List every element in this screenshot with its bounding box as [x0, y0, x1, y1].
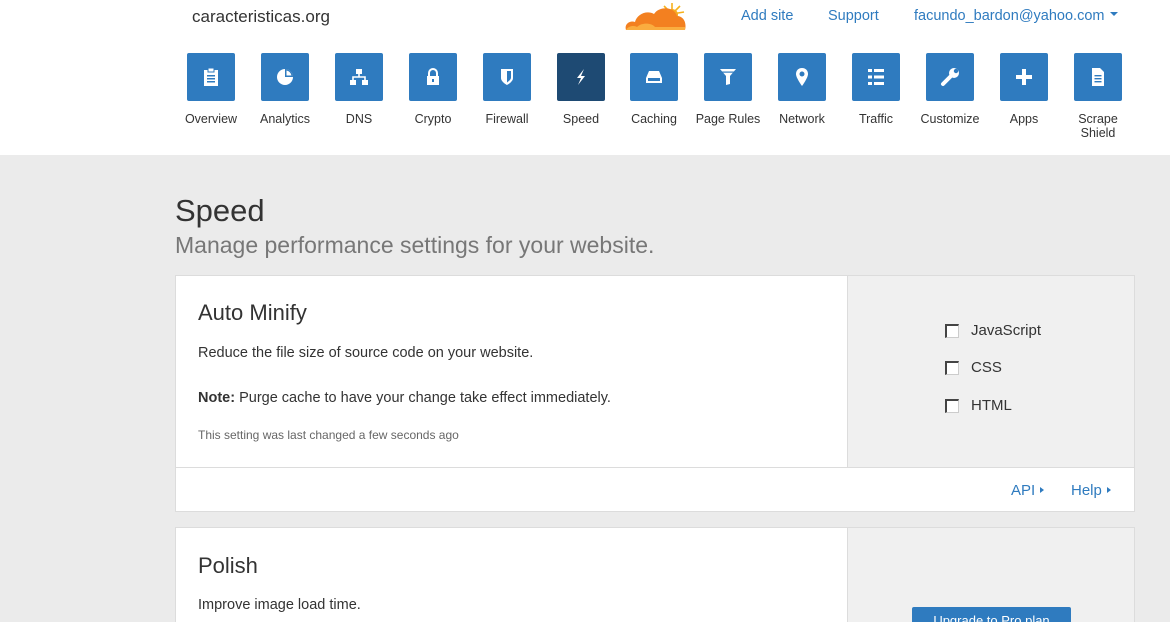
chevron-right-icon [1040, 487, 1045, 494]
nav-tile [704, 53, 752, 101]
nav-label: Crypto [414, 112, 452, 126]
nav-label: Page Rules [695, 112, 761, 126]
nav-label: Scrape Shield [1078, 112, 1118, 140]
nav-tile [852, 53, 900, 101]
nav-tile [483, 53, 531, 101]
chevron-right-icon [1106, 487, 1111, 494]
nav-tile [1074, 53, 1122, 101]
chevron-down-icon [1110, 12, 1119, 17]
nav-item-caching[interactable]: Caching [617, 53, 691, 126]
pie-chart-icon [277, 69, 293, 85]
nav-tile [1000, 53, 1048, 101]
site-name[interactable]: caracteristicas.org [192, 7, 330, 27]
api-link[interactable]: API [1011, 482, 1045, 499]
support-link[interactable]: Support [828, 8, 879, 24]
network-tree-icon [350, 69, 368, 85]
card-settings: JavaScript CSS HTML [847, 276, 1134, 467]
lock-icon [427, 68, 439, 85]
auto-minify-card: Auto Minify Reduce the file size of sour… [175, 275, 1135, 512]
card-note: Note: Purge cache to have your change ta… [198, 390, 611, 406]
nav-label: DNS [345, 112, 373, 126]
nav-item-crypto[interactable]: Crypto [396, 53, 470, 126]
nav-tile [335, 53, 383, 101]
card-title: Auto Minify [198, 300, 307, 325]
nav-label: Overview [184, 112, 238, 126]
checkbox-label: JavaScript [971, 322, 1042, 339]
top-header: caracteristicas.org Add site Support fac… [0, 0, 1170, 155]
nav-item-analytics[interactable]: Analytics [248, 53, 322, 126]
plus-icon [1016, 69, 1032, 85]
card-title: Polish [198, 553, 258, 578]
nav-label: Speed [562, 112, 600, 126]
card-footer: API Help [176, 467, 1134, 511]
nav-item-traffic[interactable]: Traffic [839, 53, 913, 126]
nav-tile [557, 53, 605, 101]
nav-label: Network [779, 112, 825, 126]
nav-item-apps[interactable]: Apps [987, 53, 1061, 126]
card-description: Improve image load time. [198, 597, 361, 613]
nav-tile [926, 53, 974, 101]
nav-item-network[interactable]: Network [765, 53, 839, 126]
help-link-label: Help [1071, 482, 1102, 499]
nav-item-dns[interactable]: DNS [322, 53, 396, 126]
note-label: Note: [198, 390, 236, 406]
document-icon [1092, 68, 1104, 86]
checkbox-label: HTML [971, 397, 1012, 414]
shield-icon [501, 69, 513, 85]
card-settings: Upgrade to Pro plan [847, 528, 1134, 622]
card-content: Auto Minify Reduce the file size of sour… [176, 276, 847, 467]
nav-label: Caching [631, 112, 677, 126]
css-checkbox-row[interactable]: CSS [945, 359, 1002, 376]
nav-tile [187, 53, 235, 101]
page-title: Speed [175, 193, 265, 228]
nav-label: Apps [1009, 112, 1039, 126]
page-subtitle: Manage performance settings for your web… [175, 232, 655, 258]
list-icon [868, 69, 884, 85]
wrench-icon [941, 68, 959, 86]
checkbox-label: CSS [971, 359, 1002, 376]
filter-icon [720, 69, 736, 85]
nav-item-speed[interactable]: Speed [544, 53, 618, 126]
note-text: Purge cache to have your change take eff… [235, 390, 611, 406]
lightning-icon [577, 69, 585, 85]
card-description: Reduce the file size of source code on y… [198, 345, 534, 361]
javascript-checkbox-row[interactable]: JavaScript [945, 322, 1041, 339]
user-menu[interactable]: facundo_bardon@yahoo.com [914, 8, 1119, 24]
hard-drive-icon [646, 71, 662, 83]
css-checkbox[interactable] [945, 360, 959, 375]
javascript-checkbox[interactable] [945, 323, 959, 338]
add-site-link[interactable]: Add site [741, 8, 793, 24]
map-pin-icon [796, 68, 808, 86]
api-link-label: API [1011, 482, 1036, 499]
nav-tile [409, 53, 457, 101]
nav-item-scrape-shield[interactable]: Scrape Shield [1061, 53, 1135, 140]
clipboard-icon [204, 67, 218, 86]
nav-label: Traffic [858, 112, 894, 126]
upgrade-to-pro-button[interactable]: Upgrade to Pro plan [912, 607, 1071, 622]
nav-label: Customize [920, 112, 980, 126]
nav-tile [261, 53, 309, 101]
nav-item-customize[interactable]: Customize [913, 53, 987, 126]
user-email: facundo_bardon@yahoo.com [914, 8, 1105, 24]
help-link[interactable]: Help [1071, 482, 1111, 499]
nav-tile [630, 53, 678, 101]
nav-item-firewall[interactable]: Firewall [470, 53, 544, 126]
html-checkbox[interactable] [945, 398, 959, 413]
nav-item-overview[interactable]: Overview [174, 53, 248, 126]
cloudflare-cloud-logo[interactable] [622, 0, 688, 32]
card-content: Polish Improve image load time. [176, 528, 847, 622]
nav-label: Firewall [485, 112, 529, 126]
nav-tile [778, 53, 826, 101]
polish-card: Polish Improve image load time. Upgrade … [175, 527, 1135, 622]
last-changed-text: This setting was last changed a few seco… [198, 428, 459, 442]
html-checkbox-row[interactable]: HTML [945, 397, 1012, 414]
nav-item-page-rules[interactable]: Page Rules [691, 53, 765, 126]
nav-label: Analytics [259, 112, 311, 126]
